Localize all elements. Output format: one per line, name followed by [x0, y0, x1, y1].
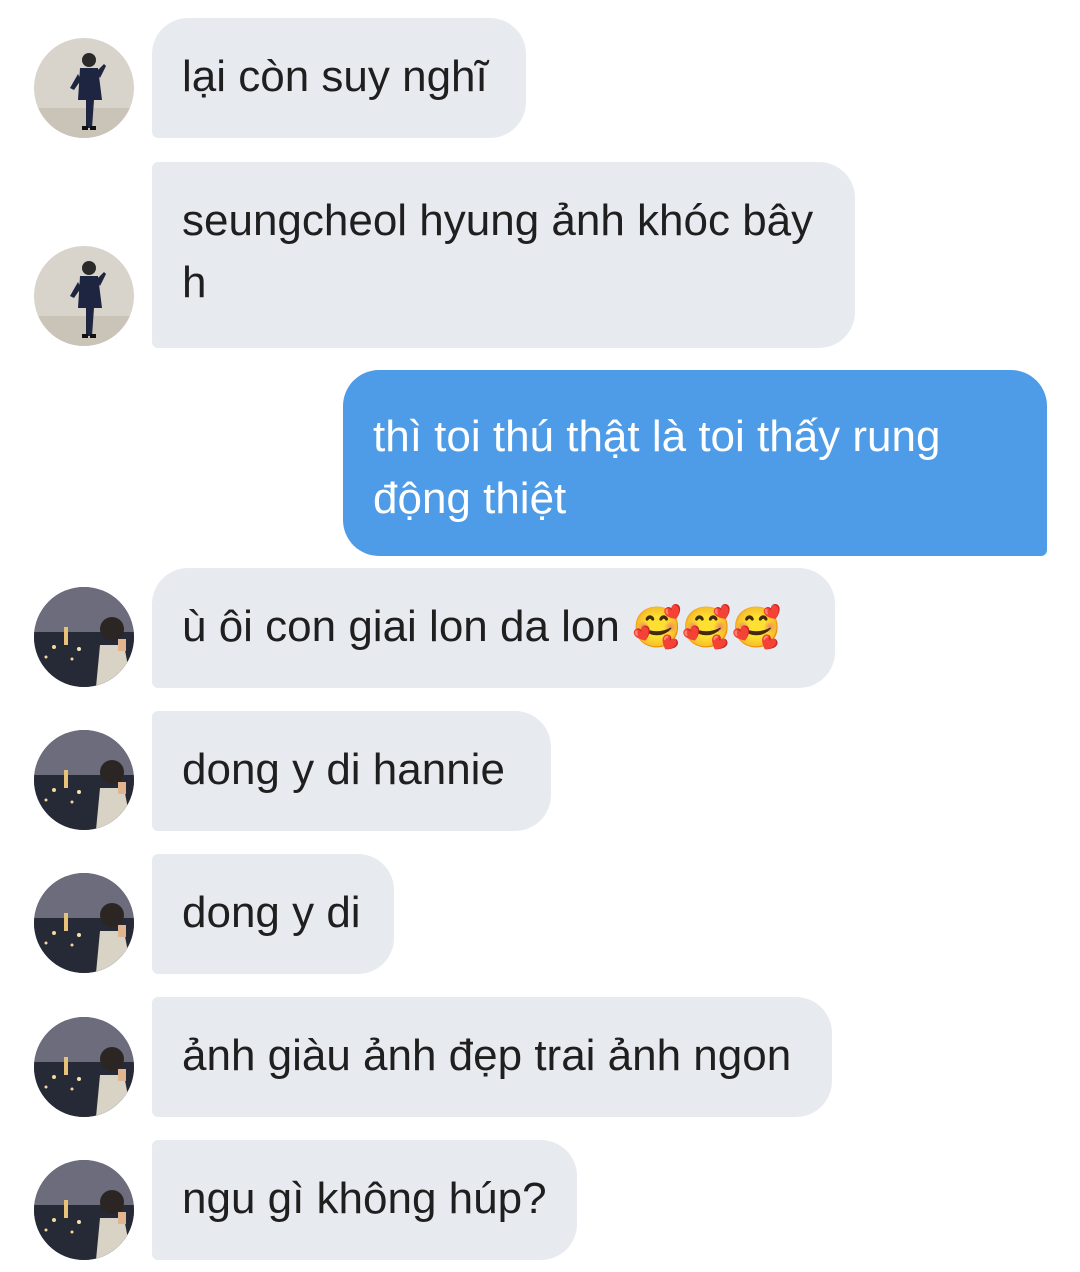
message-bubble[interactable]: ảnh giàu ảnh đẹp trai ảnh ngon [152, 997, 832, 1117]
message-text: thì toi thú thật là toi thấy rung động t… [373, 412, 941, 523]
message-bubble[interactable]: dong y di hannie [152, 711, 551, 831]
contact-avatar[interactable] [34, 1017, 134, 1117]
smiling-hearts-emoji-icon: 🥰🥰🥰 [632, 606, 782, 650]
message-bubble[interactable]: ngu gì không húp? [152, 1140, 577, 1260]
contact-avatar[interactable] [34, 246, 134, 346]
message-text: ảnh giàu ảnh đẹp trai ảnh ngon [182, 1031, 792, 1080]
message-text: dong y di hannie [182, 745, 505, 794]
message-text: dong y di [182, 888, 361, 937]
message-text: seungcheol hyung ảnh khóc bây h [182, 196, 814, 307]
message-bubble[interactable]: lại còn suy nghĩ [152, 18, 526, 138]
message-text: ngu gì không húp? [182, 1174, 547, 1223]
outgoing-message-bubble[interactable]: thì toi thú thật là toi thấy rung động t… [343, 370, 1047, 556]
message-text: ù ôi con giai lon da lon [182, 602, 620, 651]
message-bubble[interactable]: seungcheol hyung ảnh khóc bây h [152, 162, 855, 348]
contact-avatar[interactable] [34, 1160, 134, 1260]
contact-avatar[interactable] [34, 38, 134, 138]
contact-avatar[interactable] [34, 873, 134, 973]
message-text: lại còn suy nghĩ [182, 52, 488, 101]
message-bubble[interactable]: ù ôi con giai lon da lon 🥰🥰🥰 [152, 568, 835, 688]
contact-avatar[interactable] [34, 587, 134, 687]
contact-avatar[interactable] [34, 730, 134, 830]
message-bubble[interactable]: dong y di [152, 854, 394, 974]
